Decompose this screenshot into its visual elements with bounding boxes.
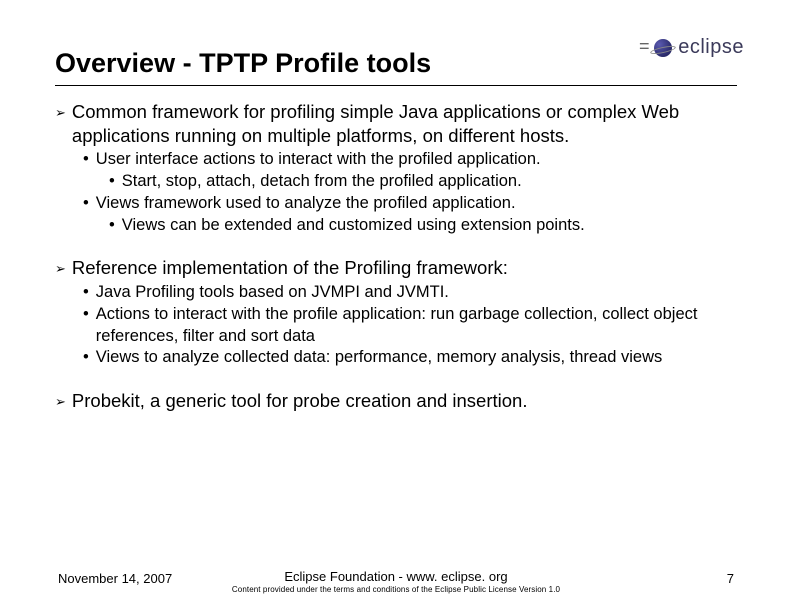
planet-icon <box>652 37 674 59</box>
page-title: Overview - TPTP Profile tools <box>55 40 737 79</box>
footer-license: Content provided under the terms and con… <box>0 585 792 594</box>
sub-item: • User interface actions to interact wit… <box>83 149 737 171</box>
bullet-dot-icon: • <box>83 347 89 369</box>
sub-item: • Views framework used to analyze the pr… <box>83 193 737 215</box>
bullet-dot-icon: • <box>83 149 89 171</box>
bullet-dot-icon: • <box>109 171 115 193</box>
bullet-dot-icon: • <box>83 193 89 215</box>
bullet-text: Reference implementation of the Profilin… <box>72 256 508 280</box>
bullet-item: ➢ Probekit, a generic tool for probe cre… <box>55 389 737 413</box>
sub-item: • Views to analyze collected data: perfo… <box>83 347 737 369</box>
bullet-text: Probekit, a generic tool for probe creat… <box>72 389 528 413</box>
sub-text: Views to analyze collected data: perform… <box>96 347 662 369</box>
sub-list: • User interface actions to interact wit… <box>83 149 737 236</box>
footer-center: Eclipse Foundation - www. eclipse. org C… <box>0 569 792 594</box>
footer-org: Eclipse Foundation - www. eclipse. org <box>0 569 792 584</box>
sub-item: • Java Profiling tools based on JVMPI an… <box>83 282 737 304</box>
bullet-dot-icon: • <box>83 304 89 348</box>
bullet-item: ➢ Common framework for profiling simple … <box>55 100 737 147</box>
sub-sub-text: Views can be extended and customized usi… <box>122 215 585 237</box>
sub-list: • Java Profiling tools based on JVMPI an… <box>83 282 737 369</box>
content: ➢ Common framework for profiling simple … <box>55 100 737 413</box>
sub-text: User interface actions to interact with … <box>96 149 541 171</box>
logo-text: eclipse <box>678 36 744 59</box>
triangle-right-icon: ➢ <box>55 256 66 280</box>
slide: = eclipse Overview - TPTP Profile tools … <box>0 0 792 612</box>
sub-sub-text: Start, stop, attach, detach from the pro… <box>122 171 522 193</box>
triangle-right-icon: ➢ <box>55 100 66 147</box>
logo-prefix: = <box>639 38 650 58</box>
bullet-dot-icon: • <box>83 282 89 304</box>
bullet-text: Common framework for profiling simple Ja… <box>72 100 737 147</box>
sub-sub-item: • Views can be extended and customized u… <box>109 215 737 237</box>
sub-item: • Actions to interact with the profile a… <box>83 304 737 348</box>
sub-text: Actions to interact with the profile app… <box>96 304 737 348</box>
bullet-item: ➢ Reference implementation of the Profil… <box>55 256 737 280</box>
title-rule <box>55 85 737 86</box>
triangle-right-icon: ➢ <box>55 389 66 413</box>
bullet-dot-icon: • <box>109 215 115 237</box>
footer-page-number: 7 <box>727 571 734 586</box>
sub-text: Views framework used to analyze the prof… <box>96 193 516 215</box>
sub-text: Java Profiling tools based on JVMPI and … <box>96 282 449 304</box>
eclipse-logo: = eclipse <box>639 36 744 59</box>
sub-sub-item: • Start, stop, attach, detach from the p… <box>109 171 737 193</box>
